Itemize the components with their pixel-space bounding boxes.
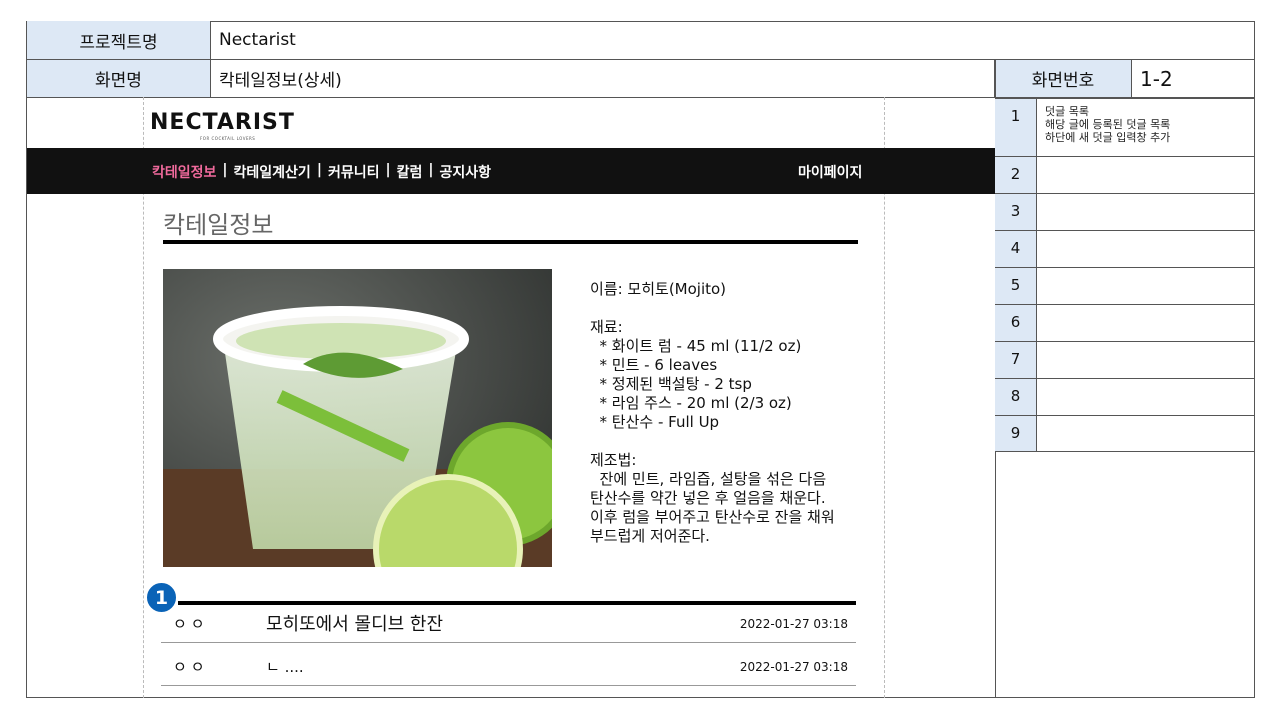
- note-number: 2: [995, 157, 1037, 193]
- nav-cocktail-calculator[interactable]: 칵테일계산기: [234, 162, 311, 182]
- note-row-8: 8: [995, 378, 1255, 415]
- comment-author: ㅇㅇ: [173, 658, 209, 676]
- note-row-9: 9: [995, 415, 1255, 452]
- title-underline: [163, 240, 858, 244]
- cocktail-photo: [163, 269, 552, 567]
- note-row-1: 1 덧글 목록 해당 글에 등록된 덧글 목록 하단에 새 덧글 입력창 추가: [995, 98, 1255, 156]
- screen-no-label: 화면번호: [995, 60, 1132, 98]
- nav-separator: |: [316, 162, 322, 178]
- comment-date: 2022-01-27 03:18: [739, 660, 848, 674]
- nav-mypage[interactable]: 마이페이지: [798, 162, 862, 182]
- note-number: 4: [995, 231, 1037, 267]
- note-number: 7: [995, 342, 1037, 378]
- note-number: 8: [995, 379, 1037, 415]
- note-row-7: 7: [995, 341, 1255, 378]
- nav-notice[interactable]: 공지사항: [439, 162, 491, 182]
- screen-label: 화면명: [27, 60, 211, 98]
- site-logo-tagline: FOR COCKTAIL LOVERS: [200, 136, 256, 141]
- note-row-5: 5: [995, 267, 1255, 304]
- comment-author: ㅇㅇ: [173, 615, 209, 633]
- screen-no-value: 1-2: [1132, 60, 1255, 98]
- note-row-6: 6: [995, 304, 1255, 341]
- comment-text: 모히또에서 몰디브 한잔: [266, 614, 444, 635]
- project-label: 프로젝트명: [27, 21, 211, 60]
- note-row-2: 2: [995, 156, 1255, 193]
- project-value: Nectarist: [211, 21, 1255, 60]
- nav-column[interactable]: 칼럼: [397, 162, 423, 182]
- main-nav: 칵테일정보 | 칵테일계산기 | 커뮤니티 | 칼럼 | 공지사항: [152, 162, 491, 182]
- note-text: 덧글 목록 해당 글에 등록된 덧글 목록 하단에 새 덧글 입력창 추가: [1045, 105, 1171, 144]
- comment-row[interactable]: ㅇㅇ 모히또에서 몰디브 한잔 2022-01-27 03:18: [161, 600, 856, 643]
- nav-cocktail-info[interactable]: 칵테일정보: [152, 162, 216, 182]
- note-number: 3: [995, 194, 1037, 230]
- comment-date: 2022-01-27 03:18: [739, 617, 848, 631]
- note-number: 6: [995, 305, 1037, 341]
- note-row-3: 3: [995, 193, 1255, 230]
- cocktail-info: 이름: 모히토(Mojito) 재료: * 화이트 럼 - 45 ml (11/…: [590, 280, 835, 545]
- page-title: 칵테일정보: [163, 211, 274, 239]
- note-number: 1: [995, 99, 1037, 156]
- nav-separator: |: [385, 162, 391, 178]
- nav-community[interactable]: 커뮤니티: [328, 162, 380, 182]
- note-number: 5: [995, 268, 1037, 304]
- note-number: 9: [995, 416, 1037, 451]
- comment-text: ㄴ ....: [266, 658, 304, 676]
- comment-row[interactable]: ㅇㅇ ㄴ .... 2022-01-27 03:18: [161, 643, 856, 686]
- note-row-4: 4: [995, 230, 1255, 267]
- nav-separator: |: [222, 162, 228, 178]
- screen-value: 칵테일정보(상세): [211, 60, 995, 98]
- nav-separator: |: [428, 162, 434, 178]
- site-logo[interactable]: NECTARIST: [150, 110, 295, 135]
